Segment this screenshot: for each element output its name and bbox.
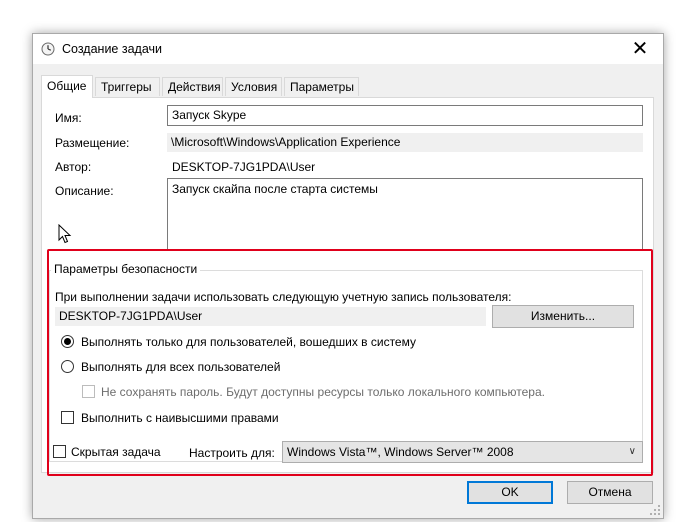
configure-for-value: Windows Vista™, Windows Server™ 2008 [287, 445, 514, 459]
author-label: Автор: [55, 160, 92, 174]
title-bar: Создание задачи ✕ [33, 34, 663, 64]
resize-grip-icon[interactable] [649, 504, 661, 516]
tab-actions[interactable]: Действия [162, 77, 223, 96]
radio-logged-on-label[interactable]: Выполнять только для пользователей, воше… [81, 335, 416, 349]
name-label: Имя: [55, 111, 82, 125]
mouse-pointer-icon [58, 224, 72, 244]
change-user-button[interactable]: Изменить... [492, 305, 634, 328]
configure-for-select[interactable]: Windows Vista™, Windows Server™ 2008 ∨ [282, 441, 643, 463]
account-prompt: При выполнении задачи использовать следу… [55, 290, 512, 304]
window-title: Создание задачи [62, 42, 162, 56]
radio-all-users[interactable] [61, 360, 74, 373]
radio-all-users-label[interactable]: Выполнять для всех пользователей [81, 360, 280, 374]
location-value: \Microsoft\Windows\Application Experienc… [167, 133, 643, 152]
tab-triggers[interactable]: Триггеры [95, 77, 160, 96]
description-input[interactable]: Запуск скайпа после старта системы [167, 178, 643, 250]
highest-privileges-checkbox[interactable] [61, 411, 74, 424]
highest-privileges-label[interactable]: Выполнить с наивысшими правами [81, 411, 279, 425]
configure-for-label: Настроить для: [189, 446, 275, 460]
name-input[interactable]: Запуск Skype [167, 105, 643, 126]
close-button[interactable]: ✕ [617, 34, 663, 64]
hidden-task-label[interactable]: Скрытая задача [71, 445, 161, 459]
ok-button[interactable]: OK [467, 481, 553, 504]
chevron-down-icon: ∨ [628, 446, 636, 457]
description-label: Описание: [55, 184, 114, 198]
account-value: DESKTOP-7JG1PDA\User [55, 307, 486, 326]
tab-settings[interactable]: Параметры [284, 77, 359, 96]
author-value: DESKTOP-7JG1PDA\User [172, 160, 316, 174]
cancel-button[interactable]: Отмена [567, 481, 653, 504]
security-group-title: Параметры безопасности [51, 262, 201, 276]
tab-conditions[interactable]: Условия [225, 77, 282, 96]
location-label: Размещение: [55, 136, 130, 150]
close-icon: ✕ [631, 38, 649, 60]
create-task-dialog: Создание задачи ✕ Общие Триггеры Действи… [32, 33, 664, 519]
clock-icon [41, 42, 55, 56]
hidden-task-checkbox[interactable] [53, 445, 66, 458]
radio-logged-on-only[interactable] [61, 335, 74, 348]
no-store-password-checkbox[interactable] [82, 385, 95, 398]
tab-general[interactable]: Общие [41, 75, 93, 98]
no-store-password-label: Не сохранять пароль. Будут доступны ресу… [101, 385, 545, 399]
general-tab-panel: Имя: Запуск Skype Размещение: \Microsoft… [41, 97, 654, 473]
